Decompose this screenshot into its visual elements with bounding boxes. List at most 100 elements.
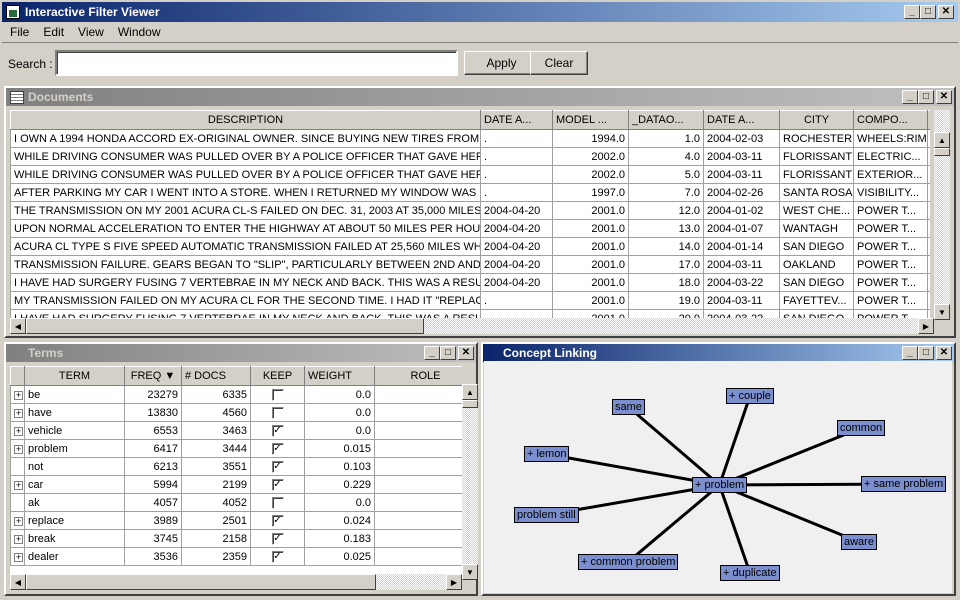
column-header[interactable]: CITY [779, 110, 854, 130]
column-header[interactable] [927, 110, 930, 130]
menu-window[interactable]: Window [118, 25, 161, 39]
expand-icon[interactable]: + [14, 534, 23, 544]
terms-horizontal-scrollbar[interactable]: ◀ ▶ [10, 574, 462, 590]
list-item[interactable]: + problem 6417 3444 ✓ 0.015 [10, 439, 462, 458]
concept-graph[interactable]: + problem same + couple common + lemon + sam… [484, 361, 952, 593]
concept-node[interactable]: same [612, 399, 645, 415]
list-item[interactable]: ak 4057 4052 0.0 [10, 493, 462, 512]
documents-maximize-button[interactable]: □ [918, 90, 934, 104]
documents-vertical-scrollbar[interactable]: ▲ ▼ [934, 110, 950, 320]
keep-checkbox[interactable]: ✓ [271, 460, 284, 473]
column-header[interactable]: FREQ ▼ [124, 366, 182, 386]
list-item[interactable]: + vehicle 6553 3463 ✓ 0.0 [10, 421, 462, 440]
concept-node[interactable]: + lemon [524, 446, 570, 462]
scroll-thumb[interactable] [462, 400, 478, 408]
concept-node[interactable]: problem still [514, 507, 579, 523]
table-row[interactable]: MY TRANSMISSION FAILED ON MY ACURA CL FO… [10, 291, 930, 310]
documents-title-bar[interactable]: Documents _ □ ✕ [6, 88, 954, 106]
concept-maximize-button[interactable]: □ [918, 346, 934, 360]
column-header[interactable]: _DATAO... [628, 110, 704, 130]
list-item[interactable]: + dealer 3536 2359 ✓ 0.025 [10, 547, 462, 566]
table-row[interactable]: AFTER PARKING MY CAR I WENT INTO A STORE… [10, 183, 930, 202]
expand-icon[interactable]: + [14, 426, 23, 436]
table-row[interactable]: I HAVE HAD SURGERY FUSING 7 VERTEBRAE IN… [10, 273, 930, 292]
scroll-right-button[interactable]: ▶ [446, 574, 462, 590]
column-header[interactable]: DATE A... [480, 110, 553, 130]
concept-node[interactable]: common [837, 420, 886, 436]
column-header[interactable]: # DOCS [181, 366, 251, 386]
minimize-button[interactable]: _ [904, 5, 920, 19]
keep-checkbox[interactable]: ✓ [271, 478, 284, 491]
scroll-left-button[interactable]: ◀ [10, 574, 26, 590]
scroll-up-button[interactable]: ▲ [462, 384, 478, 400]
column-header[interactable] [10, 366, 25, 386]
column-header[interactable]: COMPO... [853, 110, 928, 130]
list-item[interactable]: + replace 3989 2501 ✓ 0.024 [10, 511, 462, 530]
list-item[interactable]: + car 5994 2199 ✓ 0.229 [10, 475, 462, 494]
list-item[interactable]: + break 3745 2158 ✓ 0.183 [10, 529, 462, 548]
menu-file[interactable]: File [10, 25, 29, 39]
list-item[interactable]: + be 23279 6335 0.0 [10, 385, 462, 404]
column-header[interactable]: KEEP [250, 366, 305, 386]
scroll-left-button[interactable]: ◀ [10, 318, 26, 334]
menu-edit[interactable]: Edit [43, 25, 64, 39]
keep-checkbox[interactable] [271, 406, 284, 419]
keep-checkbox[interactable] [271, 496, 284, 509]
table-row[interactable]: THE TRANSMISSION ON MY 2001 ACURA CL-S F… [10, 201, 930, 220]
documents-minimize-button[interactable]: _ [902, 90, 918, 104]
column-header[interactable]: WEIGHT [304, 366, 375, 386]
terms-minimize-button[interactable]: _ [424, 346, 440, 360]
list-item[interactable]: + have 13830 4560 0.0 [10, 403, 462, 422]
menu-view[interactable]: View [78, 25, 104, 39]
concept-minimize-button[interactable]: _ [902, 346, 918, 360]
expand-icon[interactable]: + [14, 408, 23, 418]
close-button[interactable]: ✕ [938, 5, 954, 19]
scroll-thumb[interactable] [934, 148, 950, 156]
documents-close-button[interactable]: ✕ [936, 90, 952, 104]
apply-button[interactable]: Apply [464, 51, 539, 75]
expand-icon[interactable]: + [14, 480, 23, 490]
scroll-down-button[interactable]: ▼ [462, 564, 478, 580]
documents-horizontal-scrollbar[interactable]: ◀ ▶ [10, 318, 934, 334]
scroll-down-button[interactable]: ▼ [934, 304, 950, 320]
concept-node[interactable]: + duplicate [720, 565, 780, 581]
scroll-thumb[interactable] [26, 574, 376, 590]
concept-node[interactable]: + same problem [861, 476, 947, 492]
scroll-right-button[interactable]: ▶ [918, 318, 934, 334]
concept-node[interactable]: aware [841, 534, 877, 550]
table-row[interactable]: TRANSMISSION FAILURE. GEARS BEGAN TO "SL… [10, 255, 930, 274]
concept-title-bar[interactable]: Concept Linking _ □ ✕ [483, 344, 954, 362]
concept-node[interactable]: + couple [726, 388, 774, 404]
expand-icon[interactable]: + [14, 444, 23, 454]
table-row[interactable]: UPON NORMAL ACCELERATION TO ENTER THE HI… [10, 219, 930, 238]
terms-title-bar[interactable]: Terms _ □ ✕ [6, 344, 476, 362]
keep-checkbox[interactable] [271, 388, 284, 401]
keep-checkbox[interactable]: ✓ [271, 550, 284, 563]
table-row[interactable]: ACURA CL TYPE S FIVE SPEED AUTOMATIC TRA… [10, 237, 930, 256]
keep-checkbox[interactable]: ✓ [271, 514, 284, 527]
maximize-button[interactable]: □ [920, 5, 936, 19]
expand-icon[interactable]: + [14, 552, 23, 562]
terms-maximize-button[interactable]: □ [440, 346, 456, 360]
search-input[interactable] [55, 50, 458, 76]
clear-button[interactable]: Clear [530, 51, 588, 75]
concept-node[interactable]: + common problem [578, 554, 679, 570]
keep-checkbox[interactable]: ✓ [271, 424, 284, 437]
expand-icon[interactable]: + [14, 516, 23, 526]
keep-checkbox[interactable]: ✓ [271, 442, 284, 455]
scroll-up-button[interactable]: ▲ [934, 132, 950, 148]
table-row[interactable]: I OWN A 1994 HONDA ACCORD EX-ORIGINAL OW… [10, 129, 930, 148]
column-header[interactable]: TERM [24, 366, 125, 386]
list-item[interactable]: not 6213 3551 ✓ 0.103 [10, 457, 462, 476]
expand-icon[interactable]: + [14, 390, 23, 400]
terms-vertical-scrollbar[interactable]: ▲ ▼ [462, 384, 478, 580]
center-node[interactable]: + problem [692, 477, 748, 493]
column-header[interactable]: MODEL ... [552, 110, 629, 130]
scroll-thumb[interactable] [26, 318, 424, 334]
column-header[interactable]: DATE A... [703, 110, 780, 130]
table-row[interactable]: WHILE DRIVING CONSUMER WAS PULLED OVER B… [10, 147, 930, 166]
table-row[interactable]: WHILE DRIVING CONSUMER WAS PULLED OVER B… [10, 165, 930, 184]
terms-close-button[interactable]: ✕ [458, 346, 474, 360]
concept-close-button[interactable]: ✕ [936, 346, 952, 360]
column-header[interactable]: ROLE [374, 366, 462, 386]
